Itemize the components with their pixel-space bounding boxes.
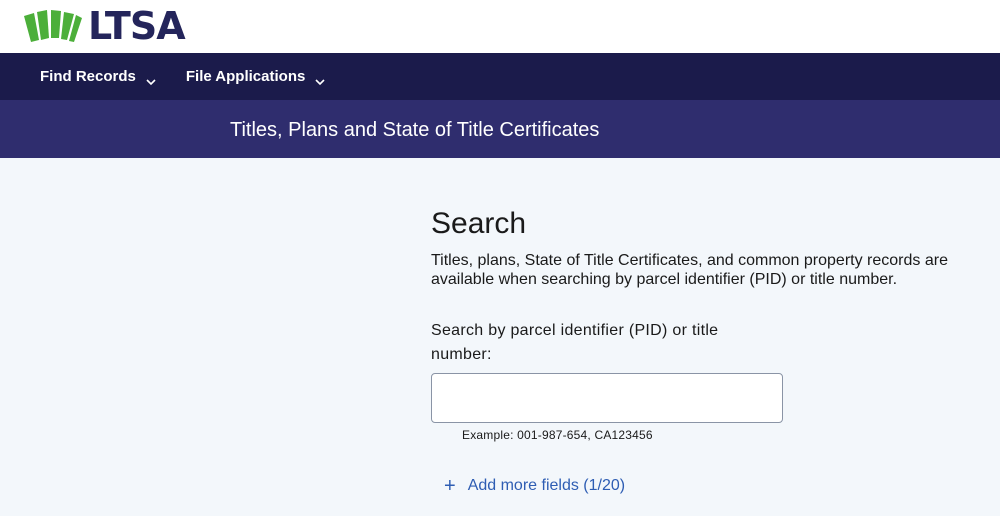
search-panel: Search Titles, plans, State of Title Cer… xyxy=(0,158,1000,516)
add-more-fields-button[interactable]: + Add more fields (1/20) xyxy=(444,476,625,496)
chevron-down-icon xyxy=(315,73,325,85)
nav-file-applications[interactable]: File Applications xyxy=(186,68,325,85)
main-navigation: Find Records File Applications xyxy=(0,53,1000,100)
page-title: Titles, Plans and State of Title Certifi… xyxy=(230,119,600,141)
ltsa-logo[interactable]: LTSA xyxy=(24,4,186,48)
logo-text: LTSA xyxy=(88,4,186,48)
nav-file-applications-label: File Applications xyxy=(185,68,306,85)
ltsa-fan-logo-icon xyxy=(24,10,82,42)
header-logo-bar: LTSA xyxy=(0,0,1000,53)
nav-find-records-label: Find Records xyxy=(40,68,136,85)
pid-title-search-input[interactable] xyxy=(431,373,783,423)
search-field-label: Search by parcel identifier (PID) or tit… xyxy=(431,322,719,363)
plus-icon: + xyxy=(444,475,456,497)
search-description: Titles, plans, State of Title Certificat… xyxy=(431,252,948,288)
nav-find-records[interactable]: Find Records xyxy=(40,68,156,85)
search-example-hint: Example: 001-987-654, CA123456 xyxy=(462,428,653,442)
search-heading: Search xyxy=(431,207,527,240)
add-more-fields-label: Add more fields (1/20) xyxy=(467,477,626,494)
chevron-down-icon xyxy=(146,73,156,85)
page-banner: Titles, Plans and State of Title Certifi… xyxy=(0,100,1000,158)
